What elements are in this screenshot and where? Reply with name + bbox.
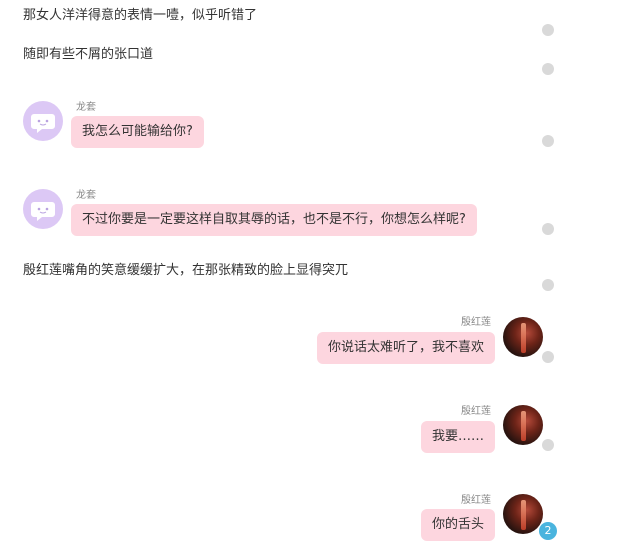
user-avatar[interactable] [503,494,543,534]
narration-line: 那女人洋洋得意的表情一噎，似乎听错了 [23,8,258,23]
message-bubble[interactable]: 你说话太难听了，我不喜欢 [316,332,495,364]
bot-avatar[interactable] [23,101,63,141]
status-dot-icon [542,279,554,291]
unread-count-badge[interactable]: 2 [539,522,557,540]
narration-line: 随即有些不屑的张口道 [23,47,154,62]
user-avatar[interactable] [503,317,543,357]
sender-name: 龙套 [76,190,96,201]
status-dot-icon [542,439,554,451]
status-dot-icon [542,24,554,36]
status-dot-icon [542,63,554,75]
message-bubble[interactable]: 你的舌头 [420,509,495,541]
sender-name: 殷红莲 [461,317,491,328]
narration-line: 殷红莲嘴角的笑意缓缓扩大，在那张精致的脸上显得突兀 [23,263,349,278]
sender-name: 殷红莲 [461,495,491,506]
user-avatar[interactable] [503,405,543,445]
bot-avatar[interactable] [23,189,63,229]
status-dot-icon [542,351,554,363]
sender-name: 殷红莲 [461,406,491,417]
message-bubble[interactable]: 我要…… [420,421,495,453]
sender-name: 龙套 [76,102,96,113]
chat-bubble-icon [31,114,55,133]
status-dot-icon [542,223,554,235]
status-dot-icon [542,135,554,147]
message-bubble[interactable]: 我怎么可能输给你? [71,116,204,148]
chat-bubble-icon [31,202,55,221]
message-bubble[interactable]: 不过你要是一定要这样自取其辱的话，也不是不行，你想怎么样呢? [71,204,477,236]
